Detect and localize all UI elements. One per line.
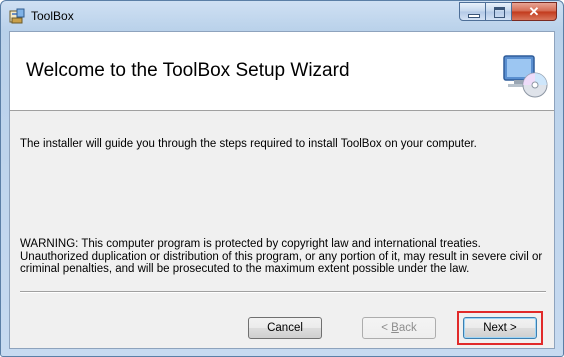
installer-window: ToolBox ✕ Welcome to the ToolBox Setup W… <box>0 0 564 357</box>
minimize-icon <box>468 14 480 18</box>
button-separator <box>20 291 546 293</box>
maximize-icon <box>494 7 505 18</box>
minimize-button[interactable] <box>459 2 486 21</box>
back-mnemonic: B <box>391 322 399 334</box>
back-button[interactable]: < Back <box>362 317 436 339</box>
next-button-highlight <box>457 311 543 345</box>
intro-text: The installer will guide you through the… <box>20 138 477 150</box>
computer-cd-icon <box>503 55 548 98</box>
wizard-content: Welcome to the ToolBox Setup Wizard The … <box>9 31 555 349</box>
window-title: ToolBox <box>31 9 74 23</box>
caption-buttons: ✕ <box>459 2 557 22</box>
copyright-warning: WARNING: This computer program is protec… <box>20 238 543 275</box>
title-bar[interactable]: ToolBox ✕ <box>1 1 563 31</box>
installer-app-icon <box>9 8 25 24</box>
cancel-button[interactable]: Cancel <box>248 317 322 339</box>
wizard-banner: Welcome to the ToolBox Setup Wizard <box>10 32 554 111</box>
close-button[interactable]: ✕ <box>512 2 557 21</box>
close-icon: ✕ <box>528 4 540 19</box>
back-label-rest: ack <box>398 322 417 334</box>
maximize-button[interactable] <box>486 2 512 21</box>
wizard-title: Welcome to the ToolBox Setup Wizard <box>26 60 350 81</box>
back-prefix: < <box>381 322 392 334</box>
